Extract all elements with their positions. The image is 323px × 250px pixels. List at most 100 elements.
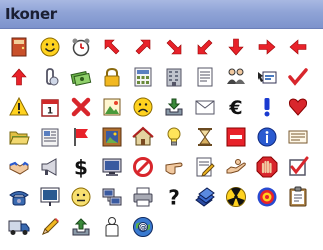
- card-pointer-icon: [258, 71, 277, 84]
- pale-face-icon[interactable]: [70, 186, 101, 216]
- euro-icon[interactable]: €: [225, 96, 256, 126]
- info-icon[interactable]: [256, 126, 287, 156]
- arrow-left-icon[interactable]: [287, 36, 318, 66]
- edit-document-icon[interactable]: [194, 156, 225, 186]
- arrow-up-right-icon[interactable]: [132, 36, 163, 66]
- warning-icon[interactable]: [8, 96, 39, 126]
- no-entry-icon: [226, 127, 246, 147]
- globe-at-icon[interactable]: @: [132, 216, 163, 246]
- card-pointer-icon[interactable]: [256, 66, 287, 96]
- note-icon[interactable]: [287, 126, 318, 156]
- picture-icon: [103, 98, 121, 116]
- building-icon: [166, 68, 182, 87]
- edit-document-icon: [196, 157, 215, 177]
- document-icon[interactable]: [194, 66, 225, 96]
- presentation-icon[interactable]: [39, 186, 70, 216]
- lock-icon: [104, 67, 120, 87]
- calendar-icon: 1: [41, 99, 59, 117]
- house-icon[interactable]: [132, 126, 163, 156]
- envelope-icon: [195, 100, 215, 115]
- framed-picture-icon: [102, 127, 122, 147]
- paperclip-icon[interactable]: [39, 66, 70, 96]
- arrow-down-left-icon: [197, 39, 213, 55]
- prohibited-icon[interactable]: [132, 156, 163, 186]
- panel-header: Ikoner: [0, 0, 323, 29]
- pale-face-icon: [71, 187, 91, 207]
- heart-icon: [288, 98, 308, 116]
- money-icon[interactable]: [70, 66, 101, 96]
- question-mark-icon[interactable]: ?: [163, 186, 194, 216]
- pencil-icon[interactable]: [39, 216, 70, 246]
- checkmark-icon[interactable]: [287, 66, 318, 96]
- warning-icon: [9, 96, 29, 116]
- svg-text:1: 1: [47, 107, 53, 117]
- books-icon[interactable]: [194, 186, 225, 216]
- exclamation-icon: [264, 98, 270, 117]
- frown-icon[interactable]: [132, 96, 163, 126]
- checkbox-icon[interactable]: [287, 156, 318, 186]
- arrow-left-icon: [289, 39, 307, 55]
- hourglass-icon[interactable]: [194, 126, 225, 156]
- target-icon[interactable]: [256, 186, 287, 216]
- picture-icon[interactable]: [101, 96, 132, 126]
- arrow-up-left-icon: [104, 39, 120, 55]
- framed-picture-icon[interactable]: [101, 126, 132, 156]
- telephone-icon[interactable]: [8, 186, 39, 216]
- arrow-down-right-icon[interactable]: [163, 36, 194, 66]
- svg-text:?: ?: [168, 186, 180, 208]
- arrow-right-icon[interactable]: [256, 36, 287, 66]
- euro-icon: €: [228, 97, 242, 118]
- arrow-down-left-icon[interactable]: [194, 36, 225, 66]
- flag-icon: [74, 128, 88, 146]
- person-icon[interactable]: [101, 216, 132, 246]
- flag-icon[interactable]: [70, 126, 101, 156]
- printer-icon[interactable]: [132, 186, 163, 216]
- clipboard-icon[interactable]: [287, 186, 318, 216]
- arrow-up-right-icon: [135, 39, 151, 55]
- lock-icon[interactable]: [101, 66, 132, 96]
- smiley-icon: [40, 37, 60, 57]
- newspaper-icon[interactable]: [39, 126, 70, 156]
- arrow-up-icon: [11, 68, 27, 86]
- pointing-hand-icon[interactable]: [163, 156, 194, 186]
- building-icon[interactable]: [163, 66, 194, 96]
- arrow-up-icon[interactable]: [8, 66, 39, 96]
- dollar-icon[interactable]: $: [70, 156, 101, 186]
- lightbulb-icon[interactable]: [163, 126, 194, 156]
- network-computer-icon[interactable]: [101, 186, 132, 216]
- door-icon[interactable]: [8, 36, 39, 66]
- download-tray-icon[interactable]: [163, 96, 194, 126]
- svg-text:@: @: [139, 223, 147, 232]
- exclamation-icon[interactable]: [256, 96, 287, 126]
- hourglass-icon: [198, 128, 212, 146]
- globe-at-icon: @: [133, 217, 153, 237]
- upload-tray-icon[interactable]: [70, 216, 101, 246]
- truck-icon: [8, 220, 30, 235]
- heart-icon[interactable]: [287, 96, 318, 126]
- calendar-icon[interactable]: 1: [39, 96, 70, 126]
- red-x-icon[interactable]: [70, 96, 101, 126]
- stop-hand-icon[interactable]: [256, 156, 287, 186]
- svg-text:€: €: [228, 97, 242, 118]
- handshake-icon[interactable]: [8, 156, 39, 186]
- alarm-clock-icon[interactable]: [70, 36, 101, 66]
- icon-grid: 1 € $? @: [8, 36, 318, 246]
- house-icon: [132, 126, 154, 146]
- users-icon[interactable]: [225, 66, 256, 96]
- folder-open-icon[interactable]: [8, 126, 39, 156]
- checkmark-icon: [288, 68, 308, 86]
- smiley-icon[interactable]: [39, 36, 70, 66]
- megaphone-icon[interactable]: [39, 156, 70, 186]
- calculator-icon[interactable]: [132, 66, 163, 96]
- no-entry-icon[interactable]: [225, 126, 256, 156]
- arrow-up-left-icon[interactable]: [101, 36, 132, 66]
- monitor-icon[interactable]: [101, 156, 132, 186]
- arrow-down-icon[interactable]: [225, 36, 256, 66]
- frown-icon: [133, 97, 153, 117]
- truck-icon[interactable]: [8, 216, 39, 246]
- users-icon: [227, 68, 245, 84]
- handshake-icon: [9, 161, 29, 175]
- envelope-icon[interactable]: [194, 96, 225, 126]
- radiation-icon[interactable]: [225, 186, 256, 216]
- give-hand-icon[interactable]: [225, 156, 256, 186]
